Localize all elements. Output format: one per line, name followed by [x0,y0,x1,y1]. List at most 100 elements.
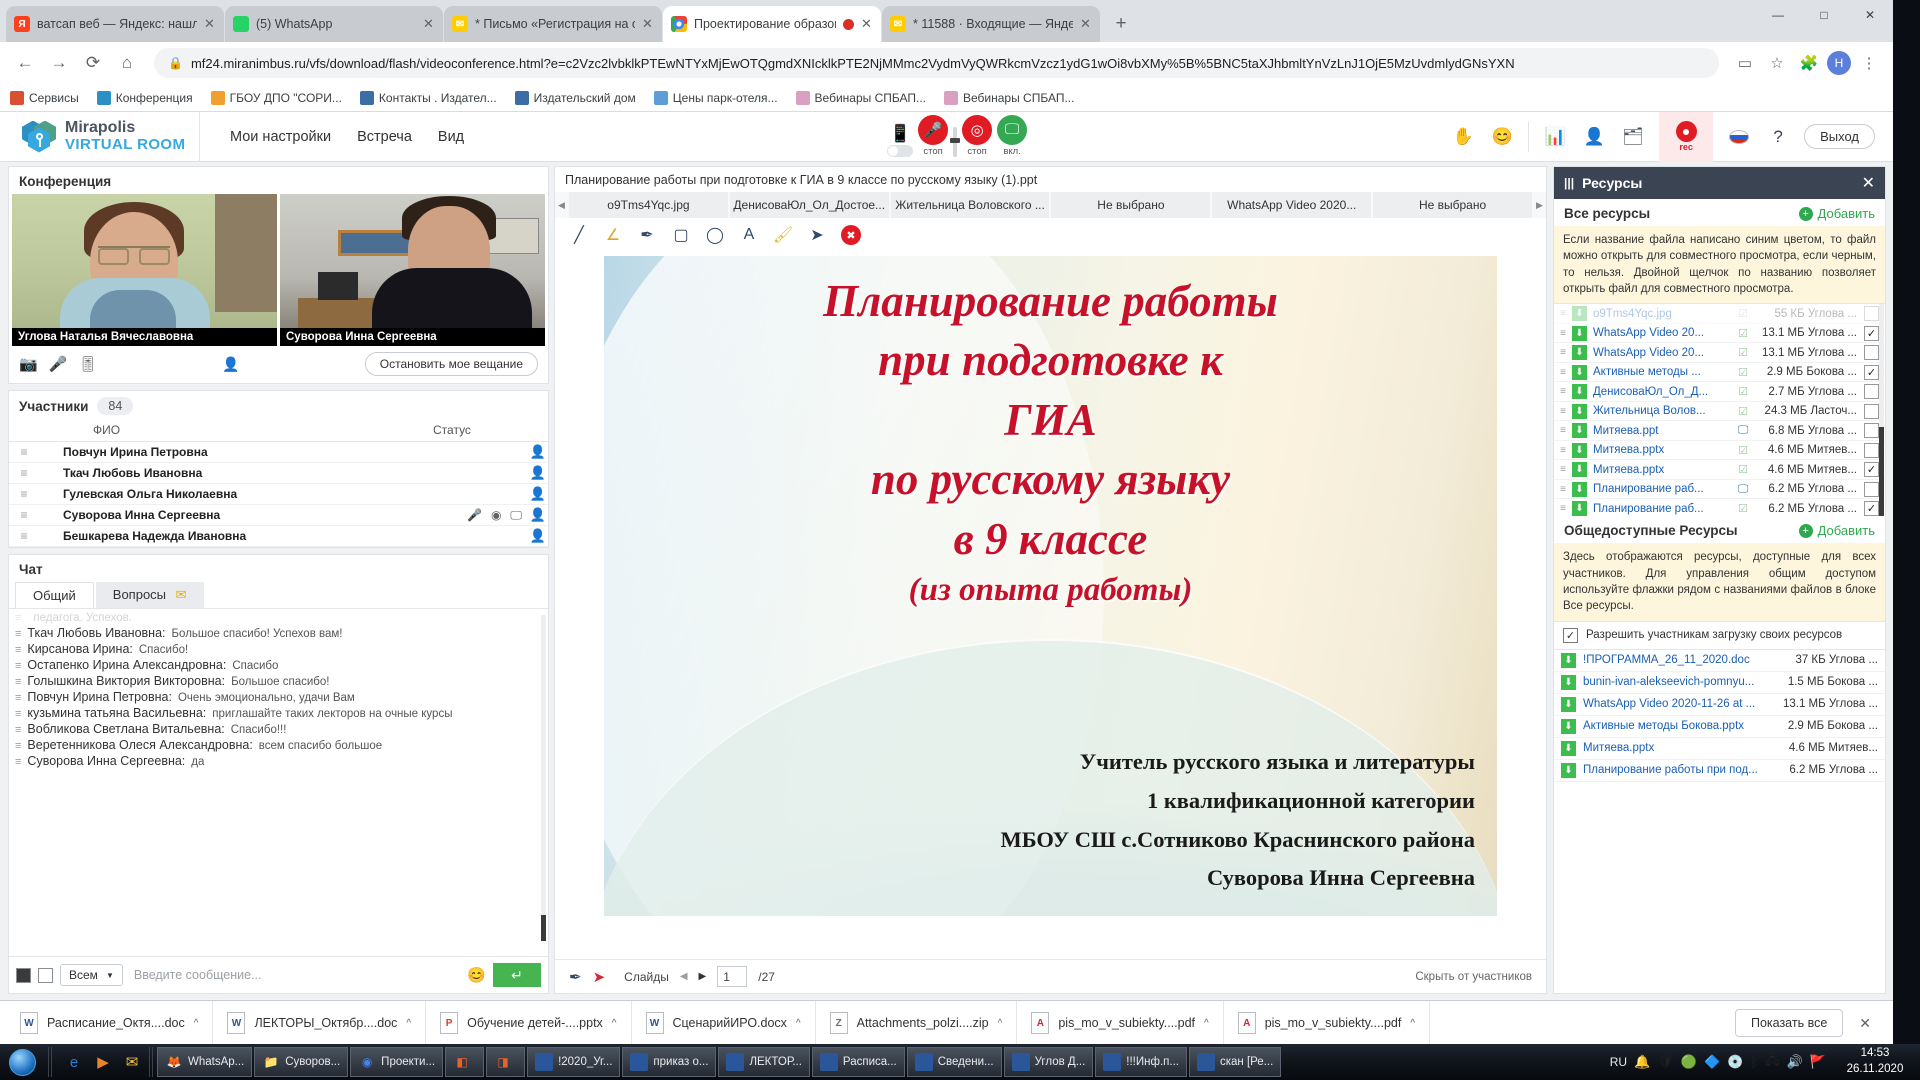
pointer-icon[interactable]: ➤ [593,968,606,986]
chat-messages[interactable]: ≡ педагога. Успехов. ≡ Ткач Любовь Ивановна… [9,608,548,956]
participant-row[interactable]: ≡ Гулевская Ольга Николаевна 👤 [9,484,548,505]
tab-close-icon[interactable]: ✕ [423,16,435,32]
download-icon[interactable]: ⬇ [1561,718,1576,734]
taskbar-item[interactable]: W ЛЕКТОР... [718,1047,810,1077]
allow-upload-checkbox[interactable]: ✓ [1563,627,1578,643]
new-tab-button[interactable]: + [1107,10,1135,38]
maximize-button[interactable]: □ [1801,0,1847,30]
participant-row[interactable]: ≡ Суворова Инна Сергеевна 🎤 ◉ 🖵 👤 [9,505,548,526]
public-resource-name[interactable]: !ПРОГРАММА_26_11_2020.doc [1576,654,1760,666]
text-tool-icon[interactable]: A [739,225,759,245]
emoji-icon[interactable]: 😊 [1489,124,1515,150]
cast-icon[interactable]: ▭ [1731,49,1759,77]
menu-item-meeting[interactable]: Встреча [357,129,412,145]
grip-icon[interactable]: ≡ [1554,464,1572,475]
resource-row[interactable]: ≡ ⬇ Планирование раб... 🖵 6.2 МБ Углова ... [1554,480,1885,500]
download-item[interactable]: W СценарийИРО.docx ^ [632,1000,816,1046]
tab-general[interactable]: Общий [15,582,94,608]
taskbar-item[interactable]: Wприказ о... [622,1047,717,1077]
chevron-up-icon[interactable]: ^ [612,1018,617,1029]
tab-close-icon[interactable]: ✕ [642,16,654,32]
resource-row[interactable]: ≡ ⬇ Жительница Волов... ☑ 24.3 МБ Ласточ... [1554,402,1885,422]
phone-switch[interactable] [887,144,914,157]
taskbar-item[interactable]: 📁 Суворов... [254,1047,349,1077]
public-resource-name[interactable]: bunin-ivan-alekseevich-pomnyu... [1576,676,1760,688]
grip-icon[interactable]: ≡ [1554,484,1572,495]
browser-tab[interactable]: Проектирование образова ✕ [663,6,881,42]
grip-icon[interactable]: ≡ [15,644,21,656]
grip-icon[interactable]: ≡ [1554,445,1572,456]
highlighter-tool-icon[interactable]: 🖌 [773,225,793,245]
resource-share-checkbox[interactable] [1864,345,1879,361]
emoji-icon[interactable]: 😊 [467,966,486,984]
raise-hand-icon[interactable]: ✋ [1450,124,1476,150]
video-tile[interactable]: Углова Наталья Вячеславовна [12,194,277,346]
antivirus-icon[interactable]: 🟢 [1681,1054,1697,1070]
close-icon[interactable]: ✕ [1862,173,1875,193]
resource-share-checkbox[interactable] [1864,384,1879,400]
grip-icon[interactable]: ≡ [15,756,21,768]
resource-share-checkbox[interactable]: ✓ [1864,364,1879,380]
resource-name[interactable]: Активные методы ... [1587,366,1733,378]
grip-icon[interactable]: ≡ [1554,406,1572,417]
download-item[interactable]: P Обучение детей-....pptx ^ [426,1000,632,1046]
grip-icon[interactable]: ≡ [1554,328,1572,339]
russian-flag-icon[interactable] [1726,124,1752,150]
internet-explorer-icon[interactable]: e [61,1049,87,1075]
chevron-up-icon[interactable]: ^ [194,1018,199,1029]
forward-icon[interactable]: → [44,48,74,78]
resource-row[interactable]: ≡ ⬇ o9Tms4Yqc.jpg ☑ 55 КБ Углова ... [1554,304,1885,324]
download-icon[interactable]: ⬇ [1572,364,1587,380]
pencil-tool-icon[interactable]: ∠ [603,225,623,245]
chat-message-input[interactable]: Введите сообщение... [130,968,460,982]
grip-icon[interactable]: ≡ [15,676,21,688]
broadcast-settings-icon[interactable]: 🎚 [78,355,97,373]
outlook-icon[interactable]: ✉ [119,1049,145,1075]
download-icon[interactable]: ⬇ [1572,384,1587,400]
chevron-up-icon[interactable]: ^ [1204,1018,1209,1029]
download-icon[interactable]: ⬇ [1572,306,1587,322]
resource-name[interactable]: Митяева.ppt [1587,425,1733,437]
grip-icon[interactable]: ≡ [9,466,39,480]
taskbar-item[interactable]: W !!!Инф.п... [1095,1047,1187,1077]
back-icon[interactable]: ← [10,48,40,78]
grip-icon[interactable]: ≡ [1554,308,1572,319]
language-indicator[interactable]: RU [1610,1055,1627,1069]
bookmark-item[interactable]: Вебинары СПБАП... [944,90,1074,105]
tab-close-icon[interactable]: ✕ [1080,16,1092,32]
resources-scrollbar[interactable] [1879,304,1884,517]
chevron-up-icon[interactable]: ^ [796,1018,801,1029]
rectangle-tool-icon[interactable]: ▢ [671,225,691,245]
public-resource-row[interactable]: ⬇ Планирование работы при под... 6.2 МБ Уг… [1554,760,1885,782]
slide-number-input[interactable]: 1 [717,966,748,987]
public-resource-row[interactable]: ⬇ WhatsApp Video 2020-11-26 at ... 13.1 МБ… [1554,694,1885,716]
download-icon[interactable]: ⬇ [1572,481,1587,497]
download-item[interactable]: W ЛЕКТОРЫ_Октябр....doc ^ [213,1000,427,1046]
grip-icon[interactable]: ≡ [9,445,39,459]
windows-start-icon[interactable] [0,1044,44,1080]
taskbar-item[interactable]: W !2020_Уг... [527,1047,621,1077]
resource-name[interactable]: Жительница Волов... [1587,405,1733,417]
grip-icon[interactable]: ≡ [1554,425,1572,436]
download-icon[interactable]: ⬇ [1572,442,1587,458]
camera-icon[interactable]: ◉ [491,508,501,522]
bookmark-item[interactable]: Вебинары СПБАП... [795,90,926,105]
extensions-icon[interactable]: 🧩 [1795,49,1823,77]
download-icon[interactable]: ⬇ [1561,740,1576,756]
line-tool-icon[interactable]: ╱ [569,225,589,245]
grip-icon[interactable]: ≡ [15,692,21,704]
taskbar-item[interactable]: ◉ Проекти... [350,1047,444,1077]
tab-questions[interactable]: Вопросы ✉ [95,582,204,608]
resource-share-checkbox[interactable] [1864,423,1879,439]
update-icon[interactable]: 🔷 [1704,1054,1720,1070]
public-resource-name[interactable]: Активные методы Бокова.pptx [1576,720,1760,732]
grip-icon[interactable]: ≡ [1554,503,1572,514]
screen-off-icon[interactable]: 🖵 [510,508,522,523]
tab-close-icon[interactable]: ✕ [204,16,216,32]
phone-toggle[interactable]: 📱 [887,124,914,157]
download-item[interactable]: Apis_mo_v_subiekty....pdf ^ [1224,1000,1431,1046]
logout-button[interactable]: Выход [1804,124,1875,149]
home-icon[interactable]: ⌂ [112,48,142,78]
hide-from-participants-link[interactable]: Скрыть от участников [1415,971,1532,983]
resource-name[interactable]: ДенисоваЮл_Ол_Д... [1587,386,1733,398]
